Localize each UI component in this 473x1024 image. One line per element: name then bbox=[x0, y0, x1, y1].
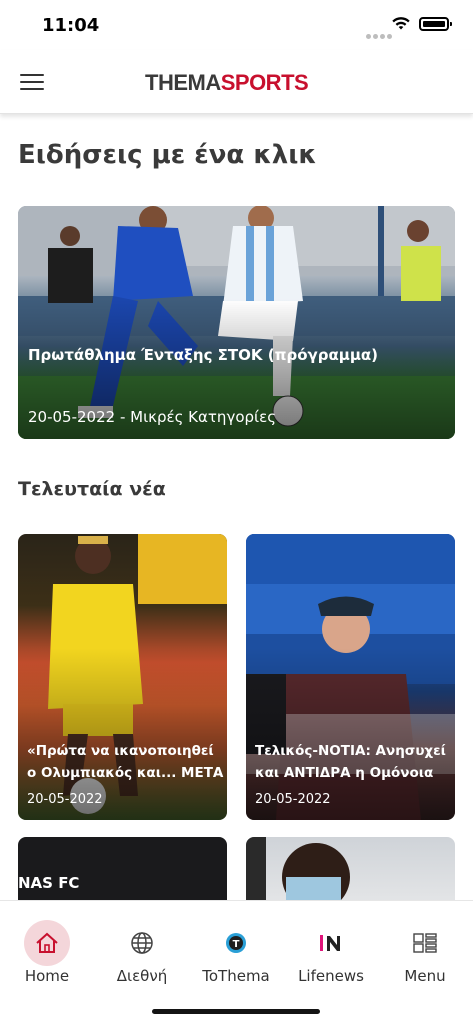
svg-text:T: T bbox=[233, 939, 240, 950]
featured-article-card[interactable]: Πρωτάθλημα Ένταξης ΣΤΟΚ (πρόγραμμα) 20-0… bbox=[18, 206, 455, 439]
featured-article-meta: 20-05-2022 - Μικρές Κατηγορίες bbox=[28, 408, 277, 426]
logo-part-sports: SPORTS bbox=[220, 70, 309, 95]
latest-section-title: Τελευταία νέα bbox=[18, 478, 166, 500]
tab-lifenews[interactable]: Lifenews bbox=[284, 911, 378, 987]
latest-article-image-text: NAS FC bbox=[18, 874, 80, 892]
latest-article-card[interactable]: «Πρώτα να ικανοποιηθεί ο Ολυμπιακός και.… bbox=[18, 534, 227, 820]
tab-label: ToThema bbox=[202, 967, 270, 985]
hamburger-menu-icon[interactable] bbox=[20, 74, 44, 92]
signal-dots-icon bbox=[366, 26, 394, 44]
tothema-icon: T bbox=[213, 920, 259, 966]
home-indicator bbox=[152, 1009, 320, 1014]
app-logo[interactable]: THEMASPORTS bbox=[145, 70, 309, 96]
globe-icon bbox=[119, 920, 165, 966]
wifi-icon bbox=[392, 17, 410, 30]
app-header: THEMASPORTS bbox=[0, 50, 473, 114]
lifenews-icon bbox=[308, 920, 354, 966]
featured-section-title: Ειδήσεις με ένα κλικ bbox=[18, 140, 317, 170]
logo-part-thema: THEMA bbox=[145, 70, 221, 95]
tab-label: Lifenews bbox=[298, 967, 364, 985]
latest-article-date: 20-05-2022 bbox=[27, 792, 103, 807]
status-bar: 11:04 bbox=[0, 0, 473, 50]
battery-icon bbox=[419, 17, 452, 31]
latest-article-date: 20-05-2022 bbox=[255, 792, 331, 807]
tab-home[interactable]: Home bbox=[0, 911, 94, 987]
latest-article-title: «Πρώτα να ικανοποιηθεί ο Ολυμπιακός και.… bbox=[27, 743, 224, 781]
latest-article-card[interactable]: Τελικός-ΝΟΤΙΑ: Ανησυχεί και ΑΝΤΙΔΡΑ η Ομ… bbox=[246, 534, 455, 820]
tab-international[interactable]: Διεθνή bbox=[95, 911, 189, 987]
tab-label: Διεθνή bbox=[116, 967, 168, 985]
tab-label: Menu bbox=[404, 967, 446, 985]
latest-article-title: Τελικός-ΝΟΤΙΑ: Ανησυχεί και ΑΝΤΙΔΡΑ η Ομ… bbox=[255, 743, 446, 781]
tab-menu[interactable]: Menu bbox=[378, 911, 472, 987]
bottom-tab-bar: Home Διεθνή T ToThema Lifenews Menu bbox=[0, 900, 473, 1024]
featured-article-title: Πρωτάθλημα Ένταξης ΣΤΟΚ (πρόγραμμα) bbox=[28, 346, 379, 364]
tab-tothema[interactable]: T ToThema bbox=[189, 911, 283, 987]
menu-grid-icon bbox=[402, 920, 448, 966]
tab-label: Home bbox=[24, 967, 70, 985]
home-icon bbox=[24, 920, 70, 966]
status-time: 11:04 bbox=[42, 15, 100, 36]
